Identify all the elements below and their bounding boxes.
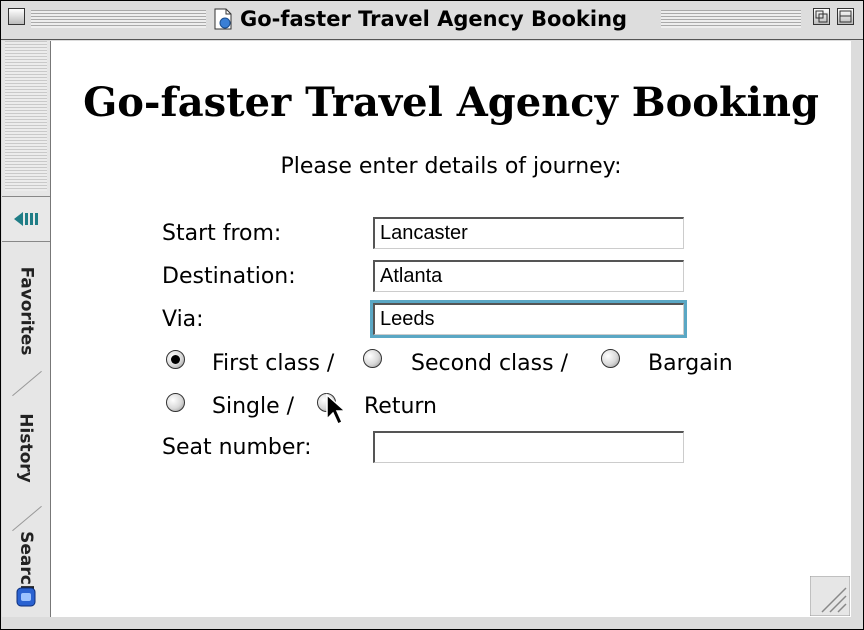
sidebar-tab-favorites[interactable]: Favorites [6, 253, 46, 368]
browser-window: Go-faster Travel Agency Booking Favorite… [0, 0, 864, 630]
resize-grip-icon[interactable] [810, 576, 850, 616]
single-radio[interactable] [166, 393, 185, 412]
page-content: Go-faster Travel Agency Booking Please e… [51, 41, 851, 617]
collapse-arrow-icon [14, 212, 38, 226]
close-box-button[interactable] [8, 8, 25, 25]
first-class-radio[interactable] [166, 350, 185, 369]
page-heading: Go-faster Travel Agency Booking [83, 79, 819, 126]
seat-number-input[interactable] [373, 431, 684, 463]
start-from-label: Start from: [162, 221, 282, 246]
window-title-text: Go-faster Travel Agency Booking [240, 7, 628, 31]
bargain-radio[interactable] [601, 349, 620, 368]
mouse-pointer-icon [326, 393, 347, 426]
window-title: Go-faster Travel Agency Booking [206, 4, 636, 34]
collapse-box-button[interactable] [837, 8, 854, 25]
bargain-label: Bargain [648, 351, 733, 376]
single-label: Single / [212, 394, 295, 419]
sidebar-collapse-button[interactable] [2, 196, 50, 242]
via-input[interactable] [373, 303, 684, 335]
second-class-label: Second class / [411, 351, 568, 376]
sidebar: Favorites History Search [2, 41, 51, 617]
document-icon [214, 8, 232, 30]
first-class-label: First class / [212, 351, 335, 376]
second-class-radio[interactable] [363, 349, 382, 368]
sidebar-tab-history[interactable]: History [6, 393, 46, 503]
start-from-input[interactable] [373, 217, 684, 249]
destination-input[interactable] [373, 260, 684, 292]
search-tab-icon [16, 587, 36, 607]
return-label: Return [364, 394, 438, 419]
instructions-text: Please enter details of journey: [280, 154, 622, 179]
seat-number-label: Seat number: [162, 435, 312, 460]
title-bar-stripes [31, 10, 206, 28]
via-label: Via: [162, 307, 204, 332]
sidebar-grip [5, 41, 47, 191]
destination-label: Destination: [162, 264, 296, 289]
title-bar[interactable]: Go-faster Travel Agency Booking [1, 1, 863, 40]
zoom-box-button[interactable] [813, 8, 830, 25]
title-bar-stripes [661, 10, 801, 28]
